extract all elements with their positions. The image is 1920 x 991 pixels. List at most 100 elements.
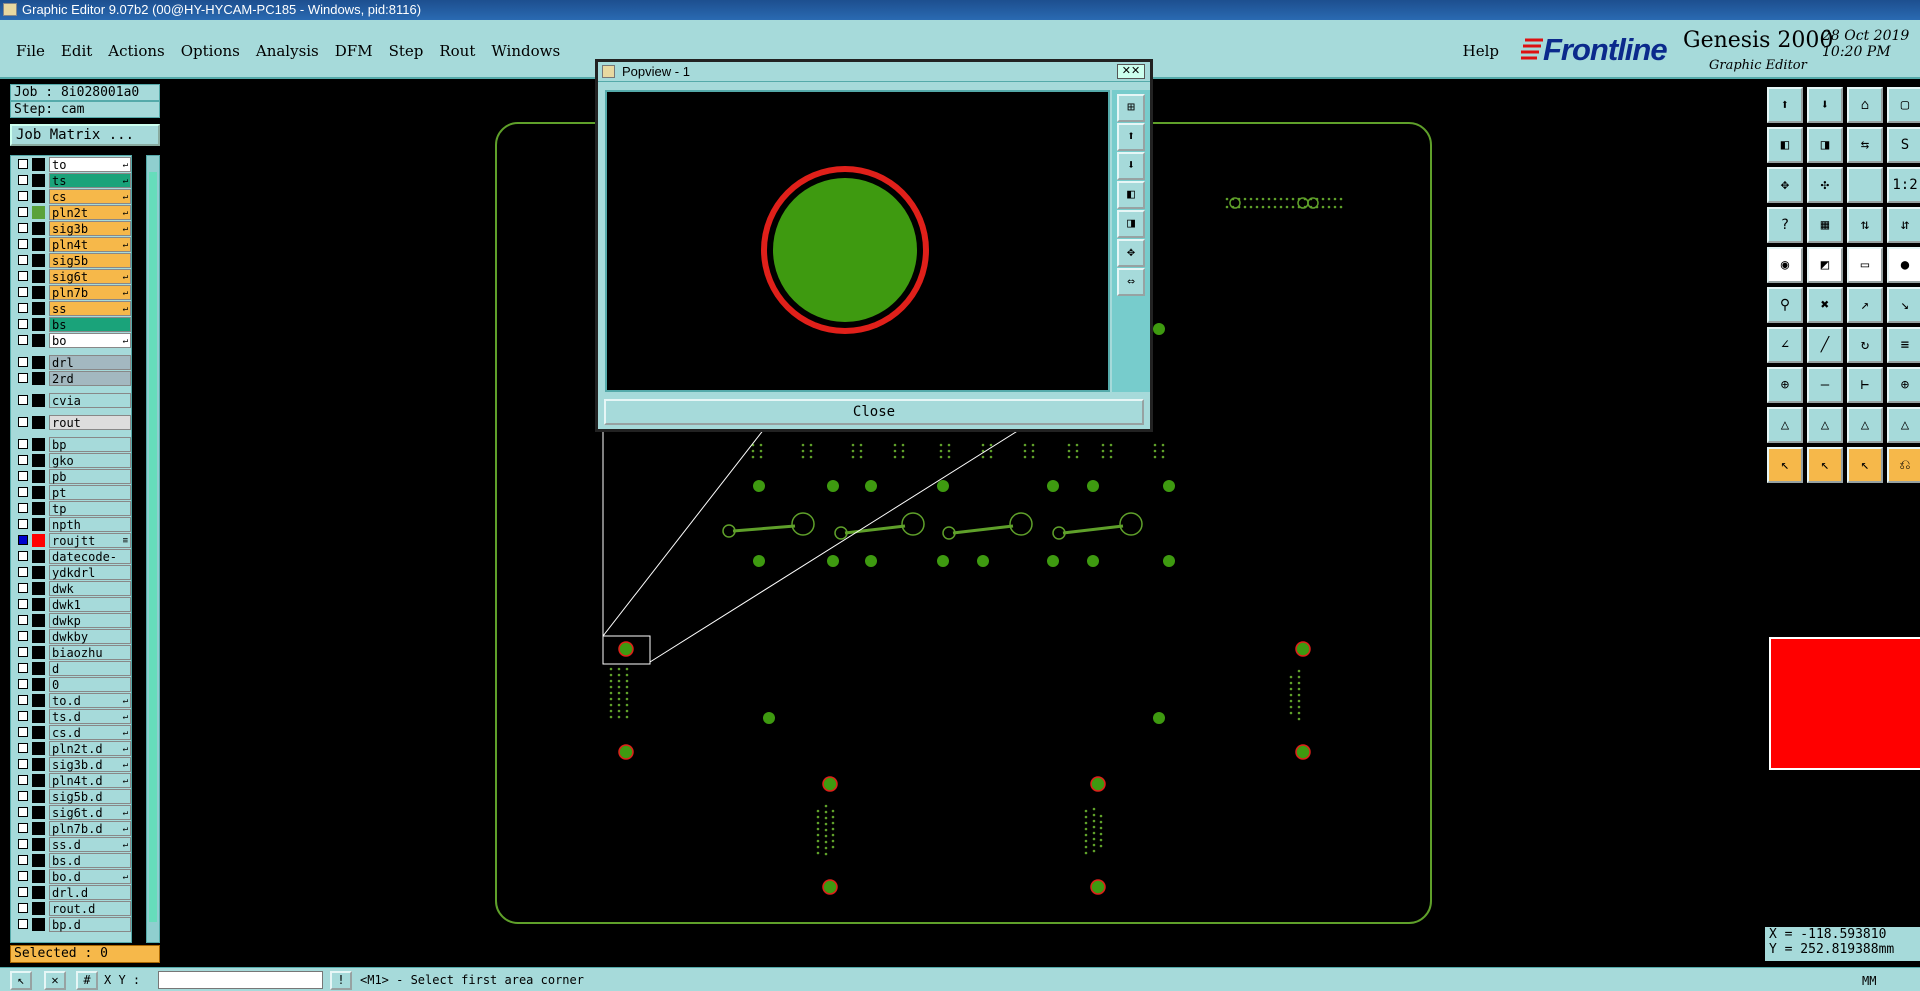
layer-row-npth[interactable]: npth — [11, 517, 131, 532]
menu-analysis[interactable]: Analysis — [256, 42, 319, 60]
layer-name[interactable]: 0 — [49, 677, 131, 692]
layer-name[interactable]: cs ↵ — [49, 189, 131, 204]
layer-checkbox[interactable] — [18, 487, 28, 497]
layer-name[interactable]: to ↵ — [49, 157, 131, 172]
layer-row-d[interactable]: d — [11, 661, 131, 676]
layer-color-swatch[interactable] — [32, 742, 45, 755]
layer-name[interactable]: bp — [49, 437, 131, 452]
layer-color-swatch[interactable] — [32, 790, 45, 803]
expand-icon[interactable]: ✥ — [1767, 167, 1803, 203]
layer-row-dwkp[interactable]: dwkp — [11, 613, 131, 628]
layer-color-swatch[interactable] — [32, 190, 45, 203]
layer-row-pb[interactable]: pb — [11, 469, 131, 484]
layer-checkbox[interactable] — [18, 743, 28, 753]
layer-row-pln2t-d[interactable]: pln2t.d ↵ — [11, 741, 131, 756]
layer-row-dwk1[interactable]: dwk1 — [11, 597, 131, 612]
layer-color-swatch[interactable] — [32, 774, 45, 787]
layer-checkbox[interactable] — [18, 471, 28, 481]
layer-name[interactable]: drl — [49, 355, 131, 370]
layer-name[interactable]: cs.d ↵ — [49, 725, 131, 740]
layer-checkbox[interactable] — [18, 727, 28, 737]
cross-tool-icon[interactable]: ✕ — [44, 971, 66, 990]
layer-name[interactable]: pb — [49, 469, 131, 484]
layer-name[interactable]: dwkp — [49, 613, 131, 628]
layer-row-drl-d[interactable]: drl.d — [11, 885, 131, 900]
layer-name[interactable]: 2rd — [49, 371, 131, 386]
zoom-right-icon[interactable]: ◨ — [1117, 210, 1145, 238]
layer-checkbox[interactable] — [18, 791, 28, 801]
reverse-icon[interactable]: ⇆ — [1847, 127, 1883, 163]
arc-icon[interactable]: ↻ — [1847, 327, 1883, 363]
menu-windows[interactable]: Windows — [491, 42, 560, 60]
layer-color-swatch[interactable] — [32, 822, 45, 835]
layer-checkbox[interactable] — [18, 255, 28, 265]
point-icon[interactable]: ↗ — [1847, 287, 1883, 323]
layer-checkbox[interactable] — [18, 599, 28, 609]
layer-checkbox[interactable] — [18, 395, 28, 405]
layer-row-drl[interactable]: drl — [11, 355, 131, 370]
layer-checkbox[interactable] — [18, 759, 28, 769]
layer-checkbox[interactable] — [18, 319, 28, 329]
layer-checkbox[interactable] — [18, 855, 28, 865]
zoom-left-icon[interactable]: ◧ — [1117, 181, 1145, 209]
layer-checkbox[interactable] — [18, 583, 28, 593]
layer-color-swatch[interactable] — [32, 710, 45, 723]
layer-color-swatch[interactable] — [32, 518, 45, 531]
layer-color-swatch[interactable] — [32, 238, 45, 251]
menu-help[interactable]: Help — [1463, 42, 1499, 60]
layer-color-swatch[interactable] — [32, 416, 45, 429]
layer-checkbox[interactable] — [18, 455, 28, 465]
window-icon[interactable]: ▢ — [1887, 87, 1920, 123]
units-label[interactable]: MM — [1862, 974, 1876, 988]
layer-name[interactable]: ss ↵ — [49, 301, 131, 316]
popview-close-icon[interactable]: ✕✕ — [1117, 64, 1145, 79]
layer-row-ydkdrl[interactable]: ydkdrl — [11, 565, 131, 580]
job-matrix-button[interactable]: Job Matrix ... — [10, 124, 160, 146]
layer-color-swatch[interactable] — [32, 918, 45, 931]
layer-color-swatch[interactable] — [32, 174, 45, 187]
help-icon[interactable]: 1:2 — [1887, 167, 1920, 203]
layer-checkbox[interactable] — [18, 839, 28, 849]
layer-color-swatch[interactable] — [32, 206, 45, 219]
triangle-icon[interactable]: △ — [1767, 407, 1803, 443]
layer-checkbox[interactable] — [18, 519, 28, 529]
layer-row-ss-d[interactable]: ss.d ↵ — [11, 837, 131, 852]
layer-row-roujtt[interactable]: roujtt ≡ — [11, 533, 131, 548]
layer-row-cs[interactable]: cs ↵ — [11, 189, 131, 204]
zoom-in-down-icon[interactable]: ⬇ — [1117, 152, 1145, 180]
slash-icon[interactable]: ╱ — [1807, 327, 1843, 363]
layer-checkbox[interactable] — [18, 631, 28, 641]
layer-color-swatch[interactable] — [32, 550, 45, 563]
info-icon[interactable]: ! — [330, 971, 352, 990]
layer-color-swatch[interactable] — [32, 614, 45, 627]
layer-checkbox[interactable] — [18, 919, 28, 929]
layer-name[interactable]: pln4t.d ↵ — [49, 773, 131, 788]
triangle4-icon[interactable]: △ — [1887, 407, 1920, 443]
layer-row-sig5b-d[interactable]: sig5b.d — [11, 789, 131, 804]
filter-icon[interactable]: ≡ — [1887, 327, 1920, 363]
layer-color-swatch[interactable] — [32, 286, 45, 299]
layer-name[interactable]: pln2t.d ↵ — [49, 741, 131, 756]
layer-row-rout[interactable]: rout — [11, 415, 131, 430]
grid-icon[interactable]: ▦ — [1807, 207, 1843, 243]
layer-color-swatch[interactable] — [32, 758, 45, 771]
layer-name[interactable]: cvia — [49, 393, 131, 408]
scale-icon[interactable] — [1847, 167, 1883, 203]
layer-row-bp[interactable]: bp — [11, 437, 131, 452]
layer-checkbox[interactable] — [18, 551, 28, 561]
layer-checkbox[interactable] — [18, 695, 28, 705]
layer-row-pln4t[interactable]: pln4t ↵ — [11, 237, 131, 252]
layer-color-swatch[interactable] — [32, 254, 45, 267]
layer-name[interactable]: ydkdrl — [49, 565, 131, 580]
layer-name[interactable]: gko — [49, 453, 131, 468]
cross-icon[interactable]: ✖ — [1807, 287, 1843, 323]
zoom-fit-icon[interactable]: ⊞ — [1117, 94, 1145, 122]
layer-checkbox[interactable] — [18, 191, 28, 201]
pad-icon[interactable]: ◉ — [1767, 247, 1803, 283]
layer-checkbox[interactable] — [18, 711, 28, 721]
layer-row-tp[interactable]: tp — [11, 501, 131, 516]
menu-step[interactable]: Step — [389, 42, 424, 60]
menu-dfm[interactable]: DFM — [335, 42, 373, 60]
select3-icon[interactable]: ↖ — [1847, 447, 1883, 483]
layer-row-0[interactable]: 0 — [11, 677, 131, 692]
